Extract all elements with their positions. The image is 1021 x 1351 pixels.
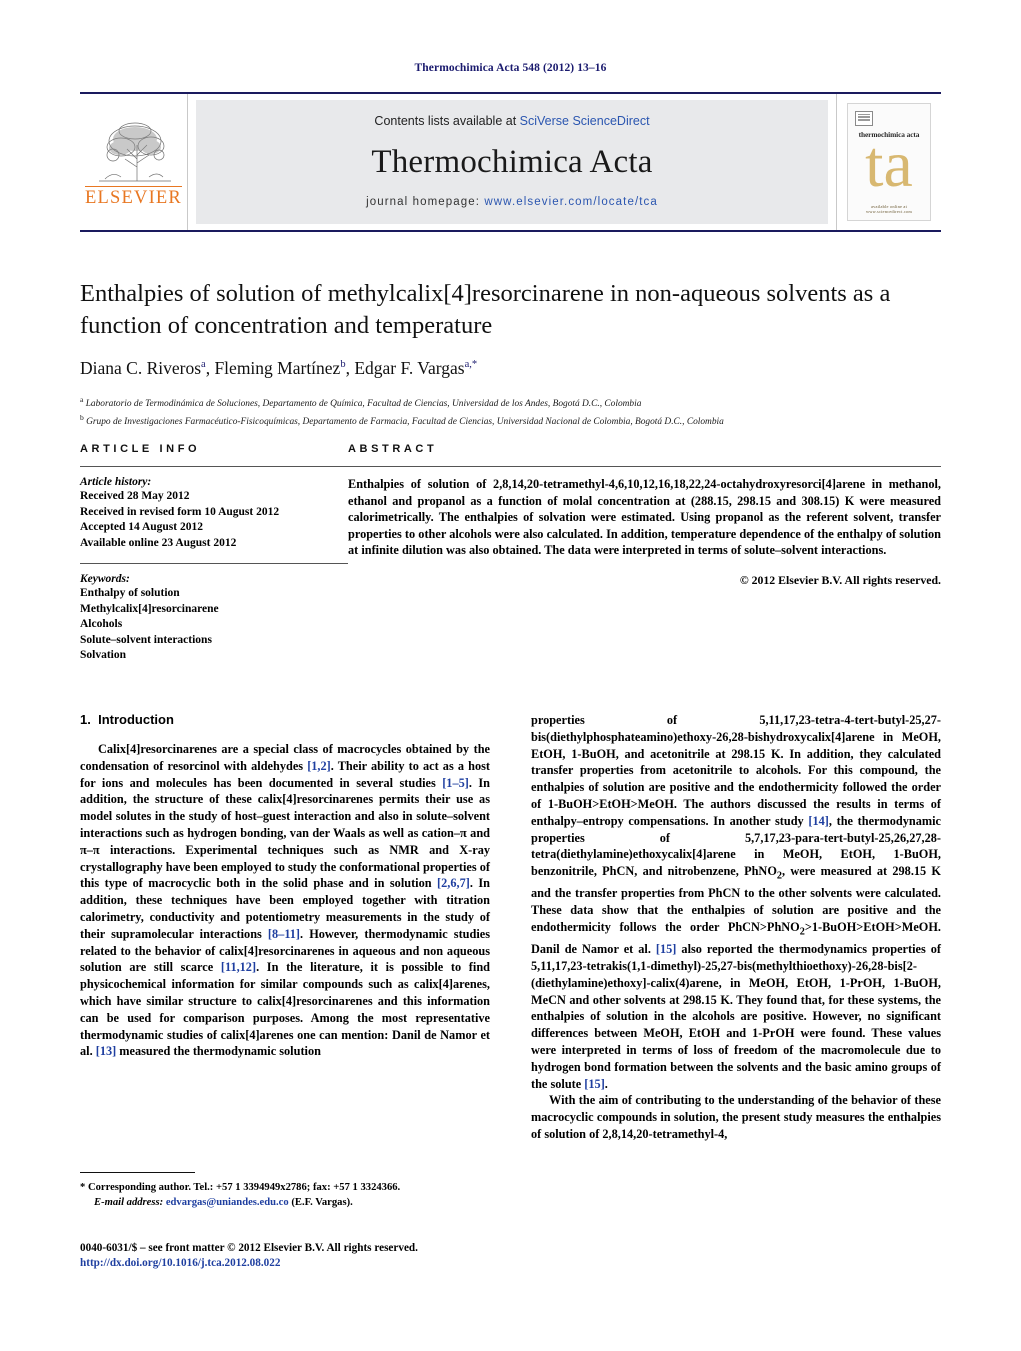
imprint-block: 0040-6031/$ – see front matter © 2012 El…: [80, 1241, 580, 1271]
affiliation-b: b Grupo de Investigaciones Farmacéutico-…: [80, 411, 941, 429]
publisher-logo[interactable]: ELSEVIER: [80, 94, 188, 230]
article-page: Thermochimica Acta 548 (2012) 13–16 ELSE…: [0, 0, 1021, 1351]
sciencedirect-link[interactable]: SciVerse ScienceDirect: [520, 114, 650, 128]
title-block: Enthalpies of solution of methylcalix[4]…: [80, 278, 941, 429]
info-abstract-region: ARTICLE INFO Article history: Received 2…: [80, 443, 941, 664]
cover-journal-title: thermochimica acta: [858, 130, 920, 139]
affiliation-mark-a: a: [80, 395, 84, 404]
keyword-item: Solvation: [80, 649, 127, 661]
masthead-right: ta thermochimica acta available online a…: [836, 94, 941, 230]
email-label: E-mail address:: [94, 1196, 164, 1208]
abstract-text: Enthalpies of solution of 2,8,14,20-tetr…: [348, 477, 941, 558]
divider: [80, 466, 348, 467]
keyword-item: Alcohols: [80, 618, 123, 630]
journal-homepage-line: journal homepage: www.elsevier.com/locat…: [366, 196, 658, 208]
email-link[interactable]: edvargas@uniandes.edu.co: [166, 1197, 289, 1208]
footnote-divider: [80, 1172, 195, 1173]
contents-prefix: Contents lists available at: [374, 114, 520, 128]
history-revised: Received in revised form 10 August 2012: [80, 505, 280, 518]
cover-logo-box-icon: [855, 111, 873, 126]
section-number: 1.: [80, 712, 91, 727]
contents-list-line: Contents lists available at SciVerse Sci…: [374, 114, 649, 128]
issn-copyright-line: 0040-6031/$ – see front matter © 2012 El…: [80, 1242, 418, 1254]
body-column-left: 1. Introduction Calix[4]resorcinarenes a…: [80, 712, 490, 1143]
cover-footer-text: available online at www.sciencedirect.co…: [865, 204, 913, 214]
corresponding-author-footnote: * Corresponding author. Tel.: +57 1 3394…: [80, 1172, 490, 1210]
author-list: Diana C. Riverosa, Fleming Martínezb, Ed…: [80, 358, 478, 378]
keywords-label: Keywords:: [80, 573, 130, 585]
journal-masthead: ELSEVIER Contents lists available at Sci…: [80, 92, 941, 232]
page-title: Enthalpies of solution of methylcalix[4]…: [80, 280, 891, 339]
affiliation-b-text: Grupo de Investigaciones Farmacéutico-Fi…: [86, 417, 724, 428]
cover-monogram: ta: [865, 128, 913, 201]
abstract-column: ABSTRACT Enthalpies of solution of 2,8,1…: [348, 443, 941, 664]
corresponding-author-line: * Corresponding author. Tel.: +57 1 3394…: [80, 1182, 401, 1193]
divider: [348, 466, 941, 467]
journal-title: Thermochimica Acta: [371, 143, 653, 180]
email-line: E-mail address: edvargas@uniandes.edu.co…: [80, 1196, 490, 1211]
article-history-label: Article history:: [80, 476, 152, 488]
journal-cover-thumbnail[interactable]: ta thermochimica acta available online a…: [847, 103, 931, 221]
divider: [80, 563, 348, 564]
affiliation-a: a Laboratorio de Termodinámica de Soluci…: [80, 393, 941, 411]
homepage-prefix: journal homepage:: [366, 196, 485, 208]
elsevier-tree-icon: [98, 122, 171, 182]
masthead-center: Contents lists available at SciVerse Sci…: [196, 100, 828, 224]
body-column-right: properties of 5,11,17,23-tetra-4-tert-bu…: [531, 712, 941, 1143]
intro-paragraph-right: properties of 5,11,17,23-tetra-4-tert-bu…: [531, 713, 942, 1091]
running-head: Thermochimica Acta 548 (2012) 13–16: [414, 62, 607, 74]
article-info-heading: ARTICLE INFO: [80, 443, 201, 455]
abstract-heading: ABSTRACT: [348, 443, 438, 455]
affiliation-a-text: Laboratorio de Termodinámica de Solucion…: [85, 399, 642, 410]
history-available-online: Available online 23 August 2012: [80, 536, 237, 549]
history-received: Received 28 May 2012: [80, 490, 190, 502]
keyword-item: Enthalpy of solution: [80, 587, 180, 599]
abstract-copyright: © 2012 Elsevier B.V. All rights reserved…: [739, 572, 941, 587]
section-heading-introduction: 1. Introduction: [80, 712, 490, 727]
intro-paragraph-left: Calix[4]resorcinarenes are a special cla…: [80, 742, 490, 1059]
intro-paragraph-right-last: With the aim of contributing to the unde…: [531, 1093, 941, 1142]
email-person: (E.F. Vargas).: [291, 1196, 353, 1208]
keyword-item: Methylcalix[4]resorcinarene: [80, 602, 219, 615]
journal-homepage-link[interactable]: www.elsevier.com/locate/tca: [484, 196, 658, 208]
section-title: Introduction: [98, 712, 174, 727]
body-columns: 1. Introduction Calix[4]resorcinarenes a…: [80, 712, 941, 1143]
elsevier-wordmark: ELSEVIER: [85, 185, 182, 208]
keyword-item: Solute–solvent interactions: [80, 633, 212, 646]
history-accepted: Accepted 14 August 2012: [80, 521, 203, 533]
affiliation-mark-b: b: [80, 413, 84, 423]
doi-link[interactable]: http://dx.doi.org/10.1016/j.tca.2012.08.…: [80, 1256, 580, 1271]
article-info-column: ARTICLE INFO Article history: Received 2…: [80, 443, 348, 664]
